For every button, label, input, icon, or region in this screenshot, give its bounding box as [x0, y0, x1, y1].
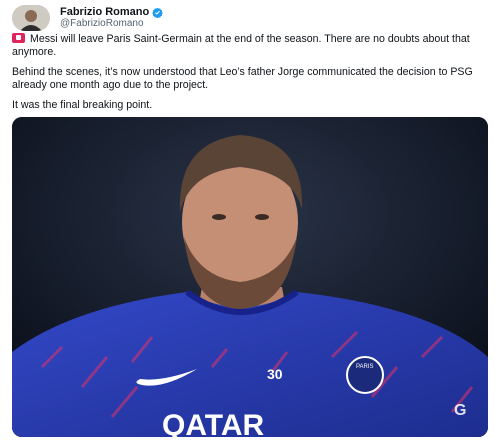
tweet-card[interactable]: Fabrizio Romano @FabrizioRomano Messi wi… — [0, 0, 500, 440]
tweet-text: Messi will leave Paris Saint-Germain at … — [12, 33, 484, 120]
author-name[interactable]: Fabrizio Romano — [60, 6, 149, 18]
svg-text:PARIS: PARIS — [356, 364, 374, 370]
author-names: Fabrizio Romano @FabrizioRomano — [60, 6, 164, 30]
sponsor-text: QATAR — [162, 409, 265, 437]
tweet-photo[interactable]: 30 PARIS QATAR G — [12, 117, 488, 437]
tweet-line-1: Messi will leave Paris Saint-Germain at … — [12, 33, 470, 58]
verified-badge-icon — [152, 7, 164, 18]
avatar[interactable] — [12, 5, 50, 31]
author-handle[interactable]: @FabrizioRomano — [60, 18, 163, 30]
red-flag-emoji-icon — [12, 33, 25, 43]
tweet-line-3: It was the final breaking point. — [12, 99, 153, 112]
partial-sponsor-text: G — [454, 402, 466, 419]
tweet-header: Fabrizio Romano @FabrizioRomano — [12, 5, 164, 31]
psg-crest-icon — [346, 356, 384, 394]
tweet-line-2: Behind the scenes, it’s now understood t… — [12, 66, 473, 91]
jersey-number: 30 — [267, 366, 283, 382]
